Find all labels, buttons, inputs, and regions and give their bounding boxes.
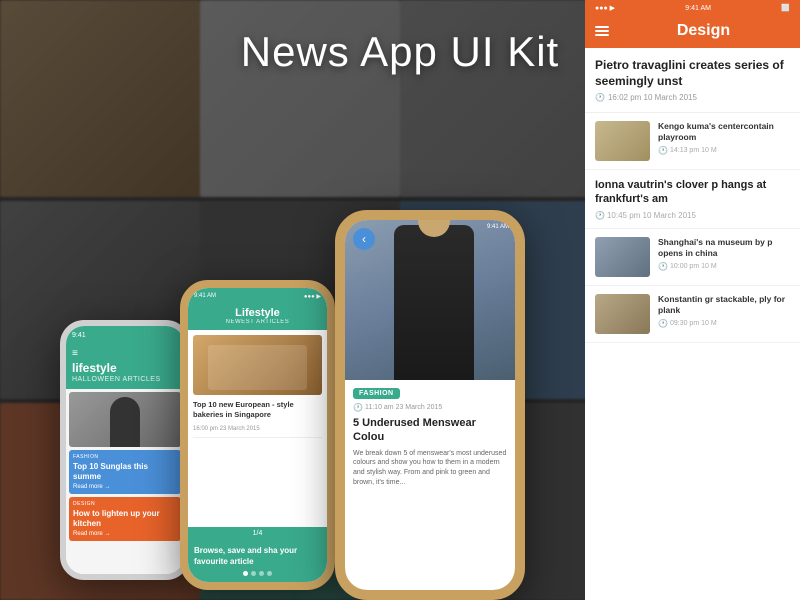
phone-center-screen: 9:41 AM ‹ FASHION 🕐 11:10 am 23 March 20… <box>345 220 515 590</box>
right-signal: ●●● ▶ <box>595 4 615 12</box>
fashion-readmore: Read more → <box>73 484 177 490</box>
right-panel: ●●● ▶ 9:41 AM ⬜ Design Pietro travaglini… <box>585 0 800 600</box>
mid-article-meta: 16:00 pm 23 March 2015 <box>193 426 322 432</box>
status-bar-left: 9:41 <box>66 326 184 344</box>
clock-icon-1: 🕐 <box>658 146 668 155</box>
dot-4 <box>267 571 272 576</box>
phone-mid: 9:41 AM ●●● ▶ Lifestyle NEWEST ARTICLES … <box>180 280 335 590</box>
header-sub-mid: NEWEST ARTICLES <box>194 319 321 325</box>
bottom-dots <box>194 571 321 576</box>
article-thumb-1 <box>595 121 650 161</box>
featured-meta: 🕐 16:02 pm 10 March 2015 <box>595 93 790 102</box>
clock-icon-center: 🕐 <box>353 403 363 412</box>
phone-center: 9:41 AM ‹ FASHION 🕐 11:10 am 23 March 20… <box>335 210 525 600</box>
center-article-meta: 🕐 11:10 am 23 March 2015 <box>353 403 507 412</box>
clock-icon-4: 🕐 <box>658 319 668 328</box>
article-meta-1: 🕐 14:13 pm 10 M <box>658 146 790 155</box>
article-meta-2: 🕐 10:45 pm 10 March 2015 <box>595 211 790 220</box>
fashion-headline: Top 10 Sunglas this summe <box>73 462 177 481</box>
dot-2 <box>251 571 256 576</box>
article-info-3: Shanghai's na museum by p opens in china… <box>658 237 790 271</box>
design-headline: How to lighten up your kitchen <box>73 509 177 528</box>
header-title-mid: Lifestyle <box>194 307 321 319</box>
right-article-row-2[interactable]: Ionna vautrin's clover p hangs at frankf… <box>585 170 800 229</box>
status-bar-mid: 9:41 AM ●●● ▶ <box>188 288 327 304</box>
article-info-2: Ionna vautrin's clover p hangs at frankf… <box>595 178 790 220</box>
menu-icon-right[interactable] <box>595 26 609 36</box>
design-category: DESIGN <box>73 501 177 507</box>
dot-3 <box>259 571 264 576</box>
right-time: 9:41 AM <box>685 5 711 12</box>
clock-icon-2: 🕐 <box>595 211 605 220</box>
header-left: ≡ lifestyle Halloween Articles <box>66 344 184 389</box>
right-header-title: Design <box>617 22 790 40</box>
mid-divider <box>193 437 322 438</box>
right-status-bar: ●●● ▶ 9:41 AM ⬜ <box>585 0 800 16</box>
article-meta-4: 🕐 09:30 pm 10 M <box>658 319 790 328</box>
status-icons-mid: ●●● ▶ <box>304 293 321 300</box>
center-top-img: 9:41 AM ‹ <box>345 220 515 380</box>
article-title-1: Kengo kuma's centercontain playroom <box>658 121 790 143</box>
article-thumb-3 <box>595 237 650 277</box>
article-thumb-4 <box>595 294 650 334</box>
right-featured-article[interactable]: Pietro travaglini creates series of seem… <box>585 48 800 113</box>
featured-headline: Pietro travaglini creates series of seem… <box>595 58 790 89</box>
right-article-row-1[interactable]: Kengo kuma's centercontain playroom 🕐 14… <box>585 113 800 170</box>
center-content: FASHION 🕐 11:10 am 23 March 2015 5 Under… <box>345 380 515 590</box>
fashion-category: FASHION <box>73 454 177 460</box>
article-img-left <box>69 392 181 447</box>
phone-mid-screen: 9:41 AM ●●● ▶ Lifestyle NEWEST ARTICLES … <box>188 288 327 582</box>
dot-1 <box>243 571 248 576</box>
person-silhouette <box>110 397 140 447</box>
center-headline: 5 Underused Menswear Colou <box>353 416 507 445</box>
article-title-4: Konstantin gr stackable, ply for plank <box>658 294 790 316</box>
right-article-row-3[interactable]: Shanghai's na museum by p opens in china… <box>585 229 800 286</box>
right-article-row-4[interactable]: Konstantin gr stackable, ply for plank 🕐… <box>585 286 800 343</box>
clock-icon-3: 🕐 <box>658 262 668 271</box>
center-person-figure <box>394 225 474 380</box>
pagination-mid: 1/4 <box>188 527 327 540</box>
mid-article-title: Top 10 new European - style bakeries in … <box>193 400 322 420</box>
mid-article-img <box>193 335 322 395</box>
design-readmore: Read more → <box>73 531 177 537</box>
bottom-text-mid: Browse, save and sha your favourite arti… <box>194 546 321 567</box>
content-area-left: FASHION Top 10 Sunglas this summe Read m… <box>66 389 184 574</box>
phone-left-screen: 9:41 ≡ lifestyle Halloween Articles FASH… <box>66 326 184 574</box>
right-header: Design <box>585 16 800 48</box>
article-title-3: Shanghai's na museum by p opens in china <box>658 237 790 259</box>
menu-line-1 <box>595 26 609 28</box>
back-button[interactable]: ‹ <box>353 228 375 250</box>
menu-line-3 <box>595 34 609 36</box>
phone-left: 9:41 ≡ lifestyle Halloween Articles FASH… <box>60 320 190 580</box>
menu-line-2 <box>595 30 609 32</box>
header-mid: Lifestyle NEWEST ARTICLES <box>188 304 327 330</box>
article-title-2: Ionna vautrin's clover p hangs at frankf… <box>595 178 790 207</box>
right-battery: ⬜ <box>781 4 790 12</box>
center-body-text: We break down 5 of menswear's most under… <box>353 449 507 488</box>
status-time-left: 9:41 <box>72 332 86 339</box>
fashion-card: FASHION Top 10 Sunglas this summe Read m… <box>69 450 181 494</box>
notch <box>400 210 460 220</box>
center-status-bar: 9:41 AM <box>487 224 509 230</box>
article-info-4: Konstantin gr stackable, ply for plank 🕐… <box>658 294 790 328</box>
design-card: DESIGN How to lighten up your kitchen Re… <box>69 497 181 541</box>
header-subtitle-left: Halloween Articles <box>72 376 178 383</box>
content-mid: Top 10 new European - style bakeries in … <box>188 330 327 527</box>
article-info-1: Kengo kuma's centercontain playroom 🕐 14… <box>658 121 790 155</box>
menu-icon-left: ≡ <box>72 348 178 359</box>
article-meta-3: 🕐 10:00 pm 10 M <box>658 262 790 271</box>
header-title-left: lifestyle <box>72 361 178 375</box>
status-time-mid: 9:41 AM <box>194 293 216 299</box>
fashion-badge: FASHION <box>353 388 400 399</box>
bottom-section-mid: Browse, save and sha your favourite arti… <box>188 540 327 582</box>
right-articles-list: Pietro travaglini creates series of seem… <box>585 48 800 600</box>
clock-icon-featured: 🕐 <box>595 93 605 102</box>
